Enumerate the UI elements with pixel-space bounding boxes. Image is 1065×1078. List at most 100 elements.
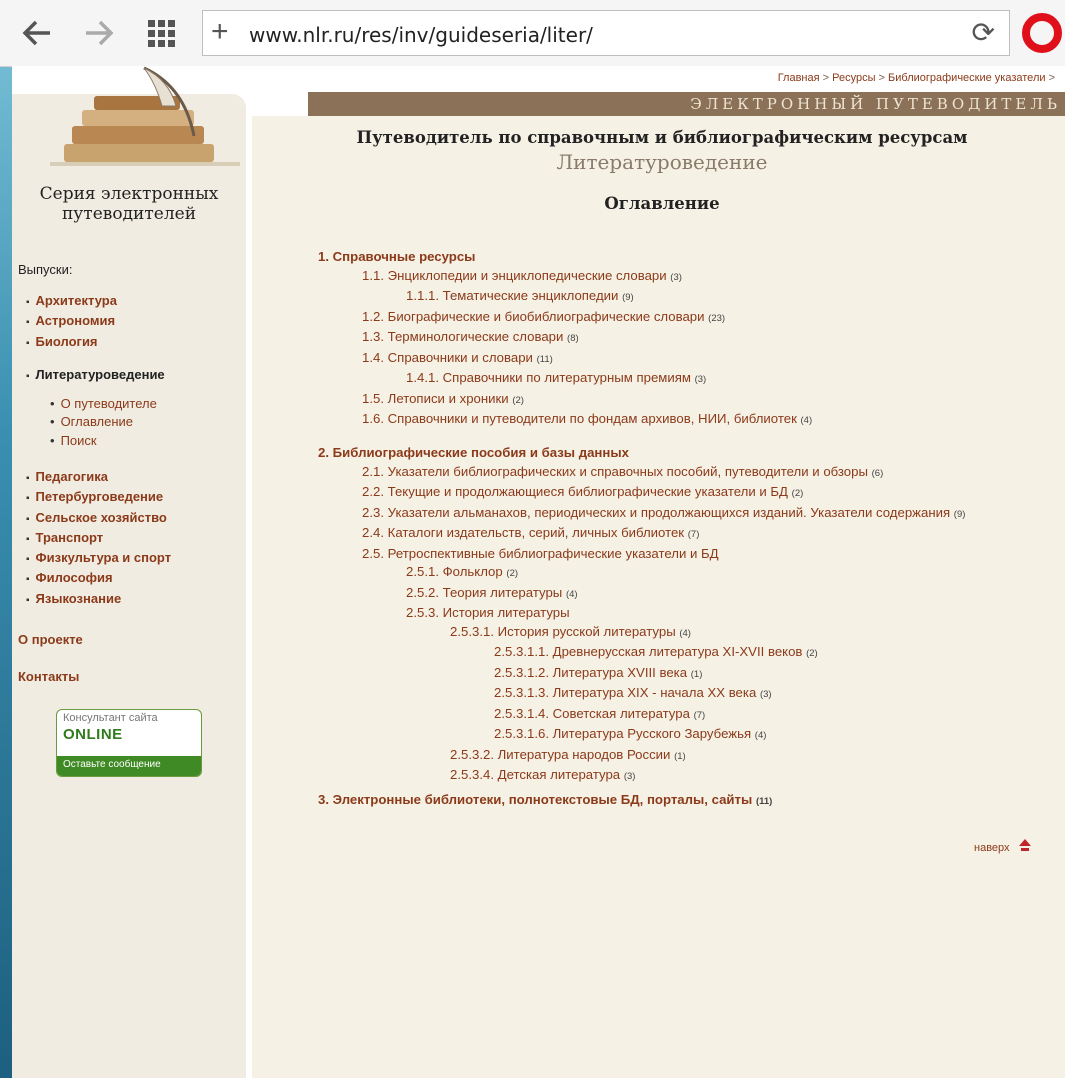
sub-link-contents[interactable]: Оглавление (50, 413, 157, 431)
toc-item-text: 1.1. Энциклопедии и энциклопедические сл… (362, 267, 667, 283)
toc-item-text: 3. Электронные библиотеки, полнотекстовы… (318, 792, 753, 807)
toc-item[interactable]: 1.2. Биографические и биобиблиографическ… (318, 308, 812, 329)
toc-item-count: (3) (623, 771, 636, 782)
toc-item[interactable]: 1.4. Справочники и словари (11) (318, 349, 812, 370)
toc-item-text: 1.3. Терминологические словари (362, 329, 564, 344)
series-title: Серия электронных путеводителей (39, 184, 219, 224)
toc-item-count: (2) (512, 394, 524, 406)
toc-item[interactable]: 2.5.3.1.6. Литература Русского Зарубежья… (318, 725, 965, 746)
toc-item[interactable]: 1.1.1. Тематические энциклопедии (9) (318, 287, 812, 308)
consult-status: ONLINE (63, 726, 123, 743)
toc-item-text: 2.5.3.1.2. Литература XVIII века (494, 664, 688, 680)
reload-icon[interactable]: ⟳ (972, 15, 995, 51)
toc-item[interactable]: 2.5.3.1.1. Древнерусская литература XI-X… (318, 643, 965, 664)
toc-item-count: (23) (708, 312, 726, 324)
toc-item[interactable]: 2.4. Каталоги издательств, серий, личных… (318, 524, 965, 545)
up-arrow-icon[interactable] (1018, 838, 1032, 855)
toc-item[interactable]: 2.5.3.1.2. Литература XVIII века (1) (318, 664, 965, 685)
toc-item[interactable]: 2.5.3.1. История русской литературы (4) (318, 623, 965, 644)
toc-item[interactable]: 2.5. Ретроспективные библиографические у… (318, 545, 965, 564)
issue-link[interactable]: Языкознание (26, 590, 171, 610)
consult-message-button[interactable]: Оставьте сообщение (57, 756, 201, 776)
back-to-top-link[interactable]: наверх (974, 842, 1010, 854)
toc-section-heading[interactable]: 1. Справочные ресурсы (318, 248, 812, 267)
toc-item[interactable]: 1.3. Терминологические словари (8) (318, 328, 812, 349)
toc-item-text: 2.3. Указатели альманахов, периодических… (362, 504, 951, 520)
issues-list-1: Архитектура Астрономия Биология (26, 292, 117, 353)
toc-item-count: (4) (800, 415, 813, 426)
grid-icon[interactable] (146, 14, 178, 62)
toc-item-text: 2.5.3.1.4. Советская литература (494, 705, 690, 721)
toc-item-count: (11) (755, 796, 773, 807)
toc-item[interactable]: 2.5.3.1.3. Литература XIX - начала XX ве… (318, 684, 965, 705)
toc-item[interactable]: 2.5.2. Теория литературы (4) (318, 584, 965, 605)
toc-item-text: 1.2. Биографические и биобиблиографическ… (362, 308, 705, 324)
guide-title: Путеводитель по справочным и библиографи… (356, 128, 968, 147)
toc-item[interactable]: 1.1. Энциклопедии и энциклопедические сл… (318, 267, 812, 288)
issue-link[interactable]: Сельское хозяйство (26, 509, 171, 529)
breadcrumb-home[interactable]: Главная (778, 72, 820, 84)
toc-item[interactable]: 1.4.1. Справочники по литературным преми… (318, 369, 812, 390)
issue-link[interactable]: Биология (26, 333, 117, 353)
issues-heading: Выпуски: (18, 262, 73, 277)
toc-item-count: (8) (567, 333, 579, 344)
issue-link[interactable]: Архитектура (26, 292, 117, 312)
toc-item[interactable]: 2.5.3.4. Детская литература (3) (318, 766, 965, 787)
toc-item-text: 2.5.3.1.6. Литература Русского Зарубежья (494, 726, 752, 741)
toc-section-2: 2. Библиографические пособия и базы данн… (318, 444, 965, 787)
toc-section-3: 3. Электронные библиотеки, полнотекстовы… (318, 791, 772, 812)
toc-item[interactable]: 2.1. Указатели библиографических и справ… (318, 463, 965, 484)
toc-item-text: 2.5.3.2. Литература народов России (450, 746, 671, 762)
toc-item[interactable]: 2.5.1. Фольклор (2) (318, 563, 965, 584)
toc-item-count: (4) (754, 730, 767, 741)
issue-link[interactable]: Транспорт (26, 529, 171, 549)
opera-logo-icon[interactable] (1022, 13, 1062, 53)
guide-banner: ЭЛЕКТРОННЫЙ ПУТЕВОДИТЕЛЬ (308, 92, 1065, 116)
issue-link[interactable]: Астрономия (26, 312, 117, 332)
current-issue: Литературоведение (26, 366, 165, 386)
toc-item[interactable]: 2.5.3.2. Литература народов России (1) (318, 746, 965, 767)
consult-label: Консультант сайта (63, 712, 158, 724)
about-project-link[interactable]: О проекте (18, 632, 83, 647)
toc-item-count: (4) (565, 588, 578, 600)
toc-section-heading[interactable]: 2. Библиографические пособия и базы данн… (318, 444, 965, 463)
toc-item-text: 2.5.1. Фольклор (406, 564, 503, 579)
toc-item-count: (7) (687, 529, 700, 540)
toc-item-count: (1) (690, 668, 703, 680)
url-bar[interactable]: + www.nlr.ru/res/inv/guideseria/liter/ ⟳ (202, 10, 1010, 56)
forward-arrow-icon[interactable] (82, 14, 116, 62)
toc-item-text: 1.4. Справочники и словари (362, 349, 533, 365)
toc-item-text: 2.5.3.1.1. Древнерусская литература XI-X… (494, 644, 803, 659)
toc-item-count: (4) (679, 627, 691, 639)
toc-item[interactable]: 2.3. Указатели альманахов, периодических… (318, 504, 965, 525)
toc-item[interactable]: 1.6. Справочники и путеводители по фонда… (318, 410, 812, 431)
toc-item-text: 2. Библиографические пособия и базы данн… (318, 445, 629, 460)
issue-link[interactable]: Педагогика (26, 468, 171, 488)
toc-item[interactable]: 2.5.3.1.4. Советская литература (7) (318, 705, 965, 726)
back-arrow-icon[interactable] (20, 14, 54, 62)
toc-item[interactable]: 1.5. Летописи и хроники (2) (318, 390, 812, 411)
toc-item-count: (3) (759, 689, 772, 700)
sub-link-search[interactable]: Поиск (50, 432, 157, 450)
toc-item[interactable]: 2.5.3. История литературы (318, 604, 965, 623)
breadcrumb-bibliographic[interactable]: Библиографические указатели (888, 72, 1045, 84)
url-text[interactable]: www.nlr.ru/res/inv/guideseria/liter/ (249, 23, 593, 47)
books-quill-illustration (50, 66, 240, 166)
sub-link-about[interactable]: О путеводителе (50, 395, 157, 413)
toc-item-text: 2.2. Текущие и продолжающиеся библиограф… (362, 484, 788, 499)
toc-section-heading[interactable]: 3. Электронные библиотеки, полнотекстовы… (318, 791, 772, 812)
issue-link[interactable]: Физкультура и спорт (26, 549, 172, 569)
toc-item-count: (2) (806, 648, 818, 659)
breadcrumb-resources[interactable]: Ресурсы (832, 72, 875, 84)
contacts-link[interactable]: Контакты (18, 669, 79, 684)
current-issue-sublist: О путеводителе Оглавление Поиск (50, 395, 157, 450)
online-consultant-widget[interactable]: Консультант сайта ONLINE Оставьте сообще… (56, 709, 202, 777)
plus-icon[interactable]: + (211, 13, 229, 51)
toc-item[interactable]: 2.2. Текущие и продолжающиеся библиограф… (318, 483, 965, 504)
web-page: Главная > Ресурсы > Библиографические ук… (12, 66, 1065, 1078)
issue-link[interactable]: Петербурговедение (26, 488, 171, 508)
toc-item-count: (2) (791, 488, 804, 499)
toc-item-text: 1.1.1. Тематические энциклопедии (406, 288, 619, 303)
issue-link[interactable]: Философия (26, 569, 171, 589)
toc-section-1: 1. Справочные ресурсы 1.1. Энциклопедии и… (318, 248, 812, 431)
